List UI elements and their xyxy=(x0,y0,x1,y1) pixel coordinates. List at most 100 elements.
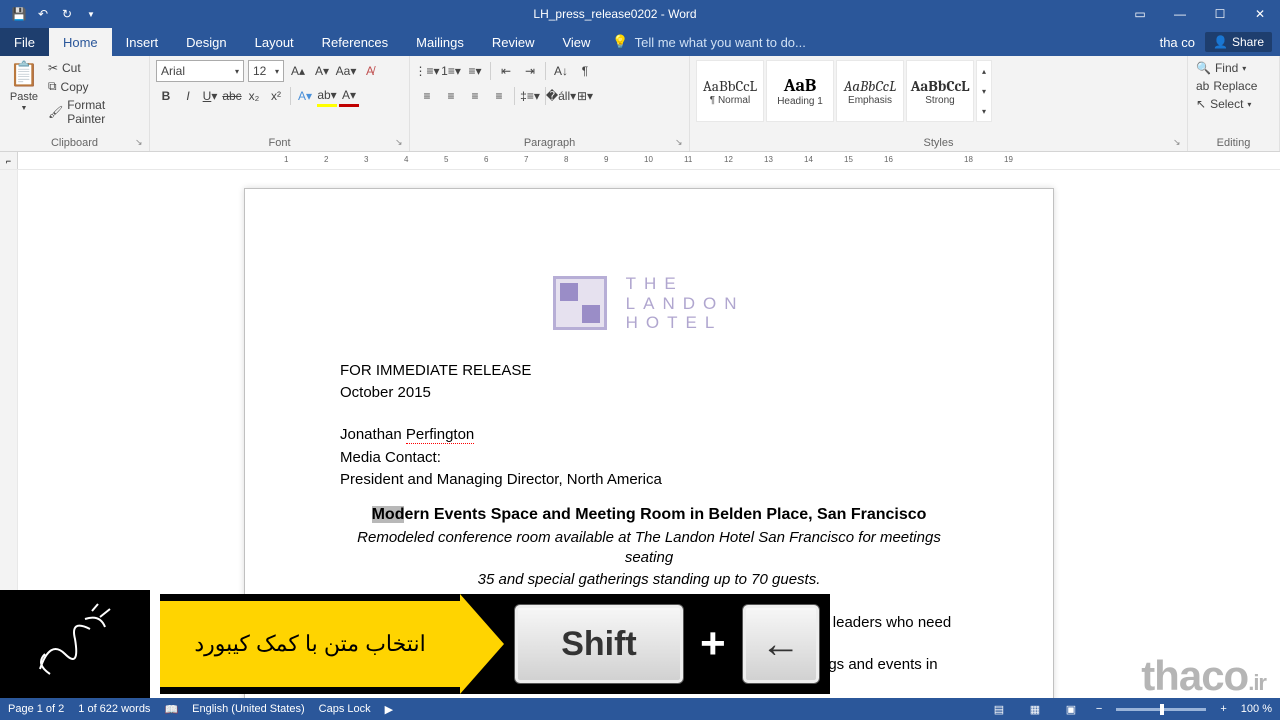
zoom-out-button[interactable]: − xyxy=(1096,703,1102,715)
chevron-down-icon: ▼ xyxy=(21,105,28,112)
clear-formatting-button[interactable]: A̸ xyxy=(360,60,380,82)
ribbon-tabs: File Home Insert Design Layout Reference… xyxy=(0,28,1280,56)
tab-layout[interactable]: Layout xyxy=(241,28,308,56)
view-read-mode-button[interactable]: ▤ xyxy=(988,700,1010,718)
styles-dialog-launcher[interactable]: ↘ xyxy=(1173,137,1185,149)
font-size-combo[interactable]: 12▾ xyxy=(248,60,284,82)
plus-icon: + xyxy=(700,619,726,669)
tell-me-search[interactable]: 💡 Tell me what you want to do... xyxy=(604,28,1159,56)
quick-access-toolbar: 💾 ↶ ↻ ▼ xyxy=(0,3,110,25)
replace-button[interactable]: abReplace xyxy=(1194,78,1273,94)
align-center-button[interactable]: ≡ xyxy=(440,85,462,107)
status-language[interactable]: English (United States) xyxy=(192,703,305,715)
show-marks-button[interactable]: ¶ xyxy=(574,60,596,82)
line-spacing-button[interactable]: ‡≡▾ xyxy=(519,85,541,107)
share-button[interactable]: 👤 Share xyxy=(1205,32,1272,52)
tab-review[interactable]: Review xyxy=(478,28,549,56)
copy-button[interactable]: ⧉Copy xyxy=(46,78,143,95)
multilevel-list-button[interactable]: ≡▾ xyxy=(464,60,486,82)
horizontal-ruler[interactable]: 123 456 789 101112 131415 161819 xyxy=(244,152,1280,169)
highlight-button[interactable]: ab▾ xyxy=(317,85,337,107)
subscript-button[interactable]: x₂ xyxy=(244,85,264,107)
zoom-slider-thumb[interactable] xyxy=(1160,704,1164,715)
view-web-layout-button[interactable]: ▣ xyxy=(1060,700,1082,718)
font-color-button[interactable]: A▾ xyxy=(339,85,359,107)
align-right-button[interactable]: ≡ xyxy=(464,85,486,107)
ribbon-options-icon[interactable]: ▭ xyxy=(1120,0,1160,28)
numbering-button[interactable]: 1≡▾ xyxy=(440,60,462,82)
doc-headline: Modern Events Space and Meeting Room in … xyxy=(340,504,958,526)
text-effects-button[interactable]: A▾ xyxy=(295,85,315,107)
cut-button[interactable]: ✂Cut xyxy=(46,60,143,76)
styles-gallery-expand[interactable]: ▴▾▾ xyxy=(976,60,992,122)
maximize-icon[interactable]: ☐ xyxy=(1200,0,1240,28)
bullets-button[interactable]: ⋮≡▾ xyxy=(416,60,438,82)
tutorial-caption: انتخاب متن با کمک کیبورد xyxy=(160,601,460,687)
decrease-indent-button[interactable]: ⇤ xyxy=(495,60,517,82)
qat-customize-icon[interactable]: ▼ xyxy=(80,3,102,25)
strikethrough-button[interactable]: abc xyxy=(222,85,242,107)
align-left-button[interactable]: ≡ xyxy=(416,85,438,107)
spelling-error: Perfington xyxy=(406,426,474,444)
close-icon[interactable]: ✕ xyxy=(1240,0,1280,28)
window-controls: ▭ — ☐ ✕ xyxy=(1120,0,1280,28)
status-page[interactable]: Page 1 of 2 xyxy=(8,703,64,715)
sort-button[interactable]: A↓ xyxy=(550,60,572,82)
undo-icon[interactable]: ↶ xyxy=(32,3,54,25)
font-name-combo[interactable]: Arial▾ xyxy=(156,60,244,82)
style-normal[interactable]: AaBbCcL¶ Normal xyxy=(696,60,764,122)
change-case-button[interactable]: Aa▾ xyxy=(336,60,356,82)
font-dialog-launcher[interactable]: ↘ xyxy=(395,137,407,149)
tab-references[interactable]: References xyxy=(308,28,402,56)
more-icon: ▾ xyxy=(977,107,991,116)
paragraph-dialog-launcher[interactable]: ↘ xyxy=(675,137,687,149)
shrink-font-button[interactable]: A▾ xyxy=(312,60,332,82)
save-icon[interactable]: 💾 xyxy=(8,3,30,25)
format-painter-button[interactable]: 🖌Format Painter xyxy=(46,97,143,127)
status-proofing-icon[interactable]: 📖 xyxy=(164,703,178,716)
shading-button[interactable]: �áll▾ xyxy=(550,85,572,107)
style-strong[interactable]: AaBbCcLStrong xyxy=(906,60,974,122)
tab-home[interactable]: Home xyxy=(49,28,112,56)
grow-font-button[interactable]: A▴ xyxy=(288,60,308,82)
chevron-down-icon: ▾ xyxy=(977,87,991,96)
cut-label: Cut xyxy=(62,61,81,75)
share-label: Share xyxy=(1232,35,1264,49)
status-macro-icon[interactable]: ▶ xyxy=(385,703,393,716)
clipboard-dialog-launcher[interactable]: ↘ xyxy=(135,137,147,149)
zoom-slider[interactable] xyxy=(1116,708,1206,711)
zoom-level[interactable]: 100 % xyxy=(1241,703,1272,715)
superscript-button[interactable]: x² xyxy=(266,85,286,107)
status-word-count[interactable]: 1 of 622 words xyxy=(78,703,150,715)
tab-design[interactable]: Design xyxy=(172,28,240,56)
zoom-in-button[interactable]: + xyxy=(1220,703,1226,715)
title-bar: 💾 ↶ ↻ ▼ LH_press_release0202 - Word ▭ — … xyxy=(0,0,1280,28)
justify-button[interactable]: ≡ xyxy=(488,85,510,107)
bold-button[interactable]: B xyxy=(156,85,176,107)
key-left-arrow: ← xyxy=(742,604,820,684)
tab-file[interactable]: File xyxy=(0,28,49,56)
italic-button[interactable]: I xyxy=(178,85,198,107)
styles-group-label: Styles xyxy=(696,135,1181,151)
tab-view[interactable]: View xyxy=(548,28,604,56)
doc-line: Jonathan Perfington xyxy=(340,425,958,445)
increase-indent-button[interactable]: ⇥ xyxy=(519,60,541,82)
doc-line: October 2015 xyxy=(340,383,958,403)
find-button[interactable]: 🔍Find▾ xyxy=(1194,60,1273,76)
paste-button[interactable]: 📋 Paste ▼ xyxy=(6,60,42,127)
select-button[interactable]: ↖Select▾ xyxy=(1194,96,1273,112)
minimize-icon[interactable]: — xyxy=(1160,0,1200,28)
doc-line: FOR IMMEDIATE RELEASE xyxy=(340,361,958,381)
tab-insert[interactable]: Insert xyxy=(112,28,173,56)
paste-label: Paste xyxy=(10,91,38,103)
ruler-tab-selector[interactable]: ⌐ xyxy=(0,152,18,169)
borders-button[interactable]: ⊞▾ xyxy=(574,85,596,107)
underline-button[interactable]: U▾ xyxy=(200,85,220,107)
redo-icon[interactable]: ↻ xyxy=(56,3,78,25)
style-heading1[interactable]: AaBHeading 1 xyxy=(766,60,834,122)
style-label: Strong xyxy=(925,95,954,106)
account-name[interactable]: tha co xyxy=(1160,35,1195,50)
tab-mailings[interactable]: Mailings xyxy=(402,28,478,56)
style-emphasis[interactable]: AaBbCcLEmphasis xyxy=(836,60,904,122)
view-print-layout-button[interactable]: ▦ xyxy=(1024,700,1046,718)
